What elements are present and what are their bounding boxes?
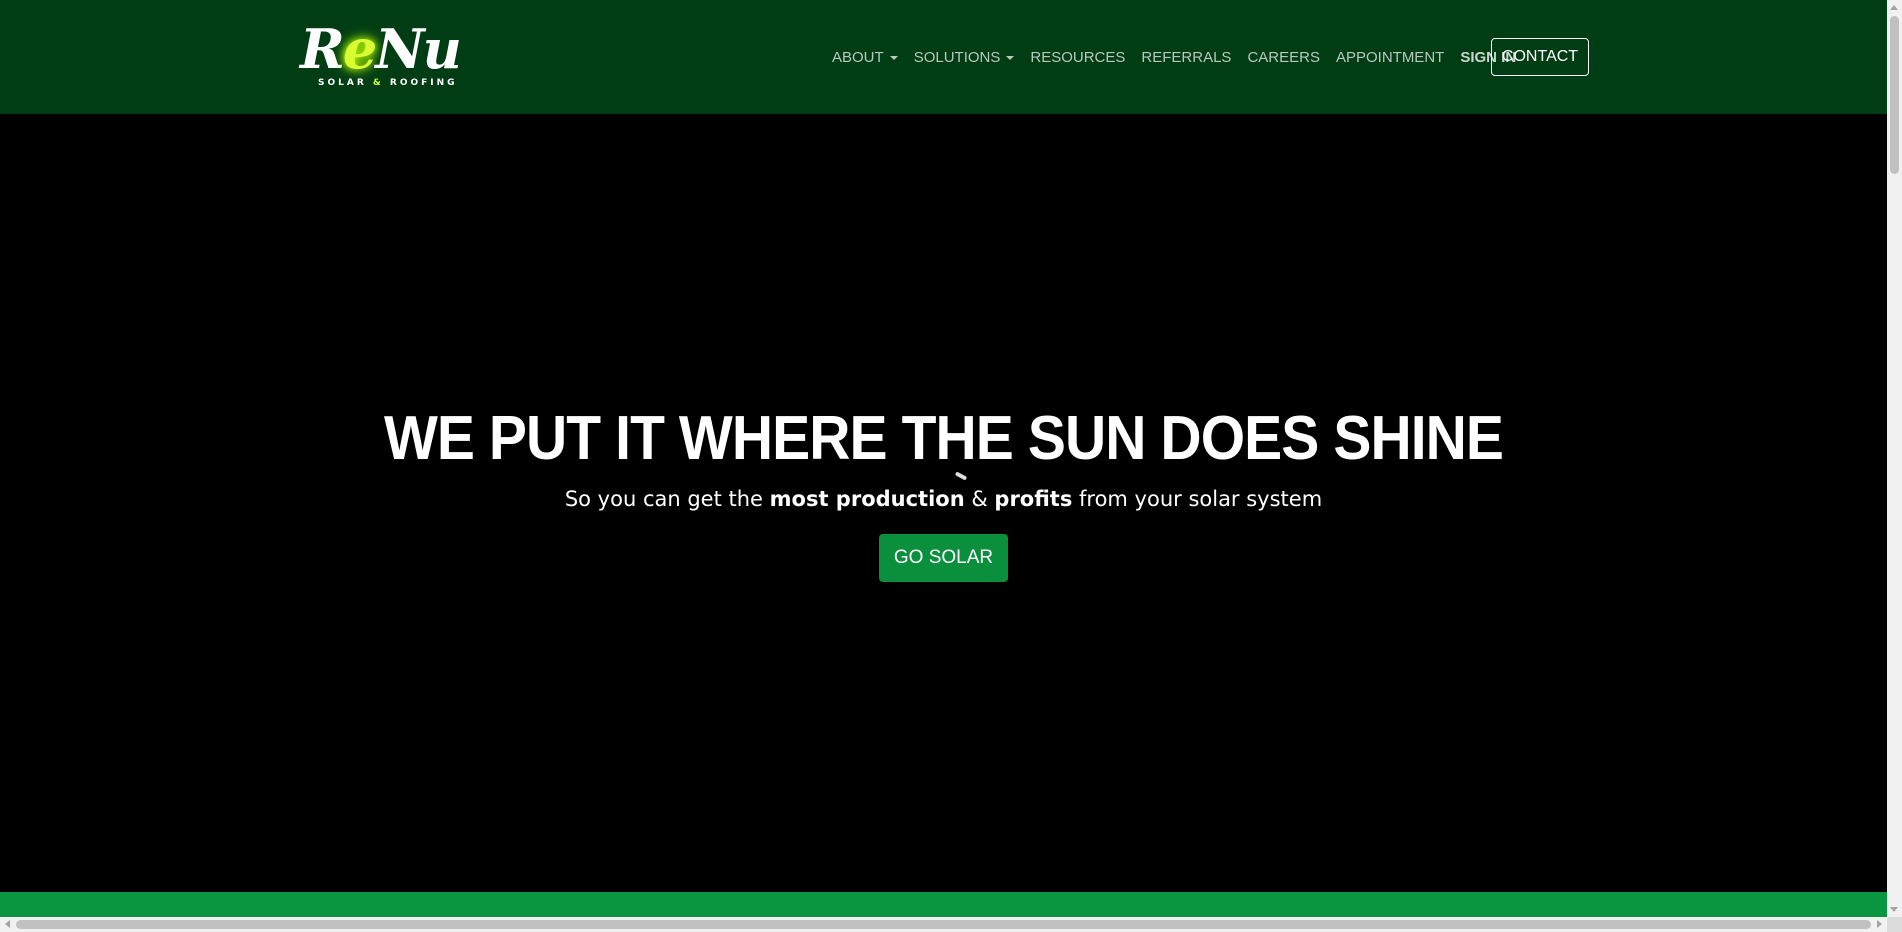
scrollbar-corner [1887, 917, 1902, 932]
go-solar-button[interactable]: GO SOLAR [879, 534, 1008, 582]
nav-solutions[interactable]: SOLUTIONS [914, 49, 1015, 66]
vertical-scrollbar[interactable] [1887, 0, 1902, 917]
nav-appointment[interactable]: APPOINTMENT [1336, 49, 1444, 66]
next-section-band [0, 892, 1887, 917]
contact-button[interactable]: CONTACT [1491, 38, 1589, 76]
hero-title-bold: DOES SHINE [1160, 404, 1504, 473]
main-nav: ABOUT SOLUTIONS RESOURCES REFERRALS CARE… [832, 46, 1532, 68]
hero-sub-part1: So you can get the [564, 487, 770, 511]
chevron-down-icon [1006, 56, 1015, 60]
hero-subtitle: So you can get the most production & pro… [0, 484, 1887, 514]
horizontal-scroll-thumb[interactable] [16, 920, 1871, 929]
logo-tagline: SOLAR & ROOFING [318, 78, 458, 88]
logo-tagline-roofing: ROOFING [389, 78, 458, 88]
logo-tagline-amp: & [372, 78, 384, 88]
logo-wordmark: ReNu [300, 22, 462, 76]
vertical-scroll-thumb[interactable] [1890, 16, 1899, 174]
logo-letters-nu: Nu [375, 17, 462, 81]
logo-letter-r: R [300, 17, 345, 81]
hero-title-normal: WE PUT IT WHERE THE SUN [383, 404, 1161, 473]
logo-glowing-e: e [342, 17, 377, 81]
logo-tagline-solar: SOLAR [318, 78, 367, 88]
nav-solutions-label: SOLUTIONS [913, 48, 1001, 66]
nav-about[interactable]: ABOUT [832, 49, 898, 66]
hero-sub-production: most production [769, 487, 965, 511]
horizontal-scrollbar[interactable] [0, 917, 1887, 932]
renu-logo[interactable]: ReNu SOLAR & ROOFING [300, 22, 462, 90]
nav-resources[interactable]: RESOURCES [1030, 49, 1125, 66]
nav-about-label: ABOUT [832, 48, 884, 66]
nav-careers[interactable]: CAREERS [1247, 49, 1320, 66]
browser-viewport: ReNu SOLAR & ROOFING ABOUT SOLUTIONS RES… [0, 0, 1887, 917]
hero-sub-part3: from your solar system [1072, 487, 1323, 511]
scroll-down-icon[interactable] [1890, 907, 1898, 912]
scroll-right-icon[interactable] [1877, 920, 1882, 928]
scroll-up-icon[interactable] [1890, 5, 1898, 10]
nav-referrals[interactable]: REFERRALS [1141, 49, 1231, 66]
hero-sub-amp: & [964, 487, 995, 511]
hero-sub-profits: profits [994, 487, 1073, 511]
hero-section: WE PUT IT WHERE THE SUN DOES SHINE So yo… [0, 114, 1887, 892]
hero-title: WE PUT IT WHERE THE SUN DOES SHINE [75, 404, 1811, 474]
chevron-down-icon [889, 56, 898, 60]
navbar: ReNu SOLAR & ROOFING ABOUT SOLUTIONS RES… [0, 0, 1887, 114]
scroll-left-icon[interactable] [5, 920, 10, 928]
